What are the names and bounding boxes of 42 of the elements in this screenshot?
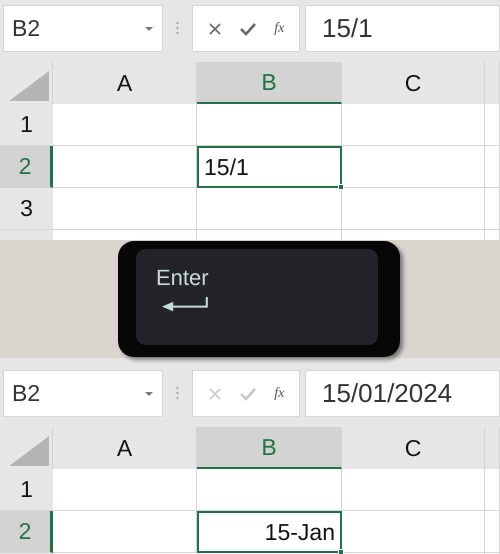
triangle-icon [9, 436, 49, 466]
grid-cell[interactable] [53, 511, 197, 553]
dropdown-caret-icon[interactable] [145, 392, 153, 396]
column-header[interactable]: B [197, 62, 342, 104]
check-icon[interactable] [238, 386, 257, 400]
dropdown-caret-icon[interactable] [145, 26, 153, 30]
grid-cell[interactable] [342, 511, 485, 553]
grid-cell[interactable] [485, 146, 500, 188]
grid-cell[interactable] [485, 469, 500, 511]
grid-cell[interactable] [197, 104, 342, 146]
grid-cell[interactable] [53, 104, 197, 146]
name-box[interactable]: B2 [3, 5, 163, 52]
grip-icon [176, 386, 179, 400]
formula-field[interactable]: 15/1 [305, 5, 500, 52]
grid-cell[interactable] [485, 104, 500, 146]
formula-field[interactable]: 15/01/2024 [305, 370, 500, 417]
grid-cell[interactable] [53, 188, 197, 230]
active-cell[interactable]: 15/1 [197, 146, 342, 188]
grid-cell[interactable] [485, 188, 500, 230]
grid-cell[interactable] [342, 188, 485, 230]
row-header[interactable]: 2 [0, 146, 53, 188]
row-header[interactable]: 2 [0, 511, 53, 553]
active-cell[interactable]: 15-Jan [197, 511, 342, 553]
grid-cell[interactable] [342, 469, 485, 511]
grid-cell[interactable] [197, 469, 342, 511]
grid-cell[interactable] [53, 469, 197, 511]
column-header[interactable]: B [197, 427, 342, 469]
insert-function-button[interactable]: fx [274, 383, 284, 404]
check-icon[interactable] [238, 22, 257, 36]
fill-handle[interactable] [338, 184, 344, 190]
grid-cell[interactable] [53, 146, 197, 188]
enter-key[interactable]: Enter [118, 241, 400, 357]
grid-cell[interactable] [197, 188, 342, 230]
grid-cell[interactable] [342, 104, 485, 146]
triangle-icon [9, 71, 49, 101]
grid-cell[interactable] [485, 511, 500, 553]
grid-cell[interactable] [342, 146, 485, 188]
grip-icon [176, 21, 179, 35]
name-box[interactable]: B2 [3, 370, 163, 417]
cancel-icon[interactable] [208, 22, 222, 36]
insert-function-button[interactable]: fx [274, 18, 284, 39]
fill-handle[interactable] [338, 549, 344, 554]
